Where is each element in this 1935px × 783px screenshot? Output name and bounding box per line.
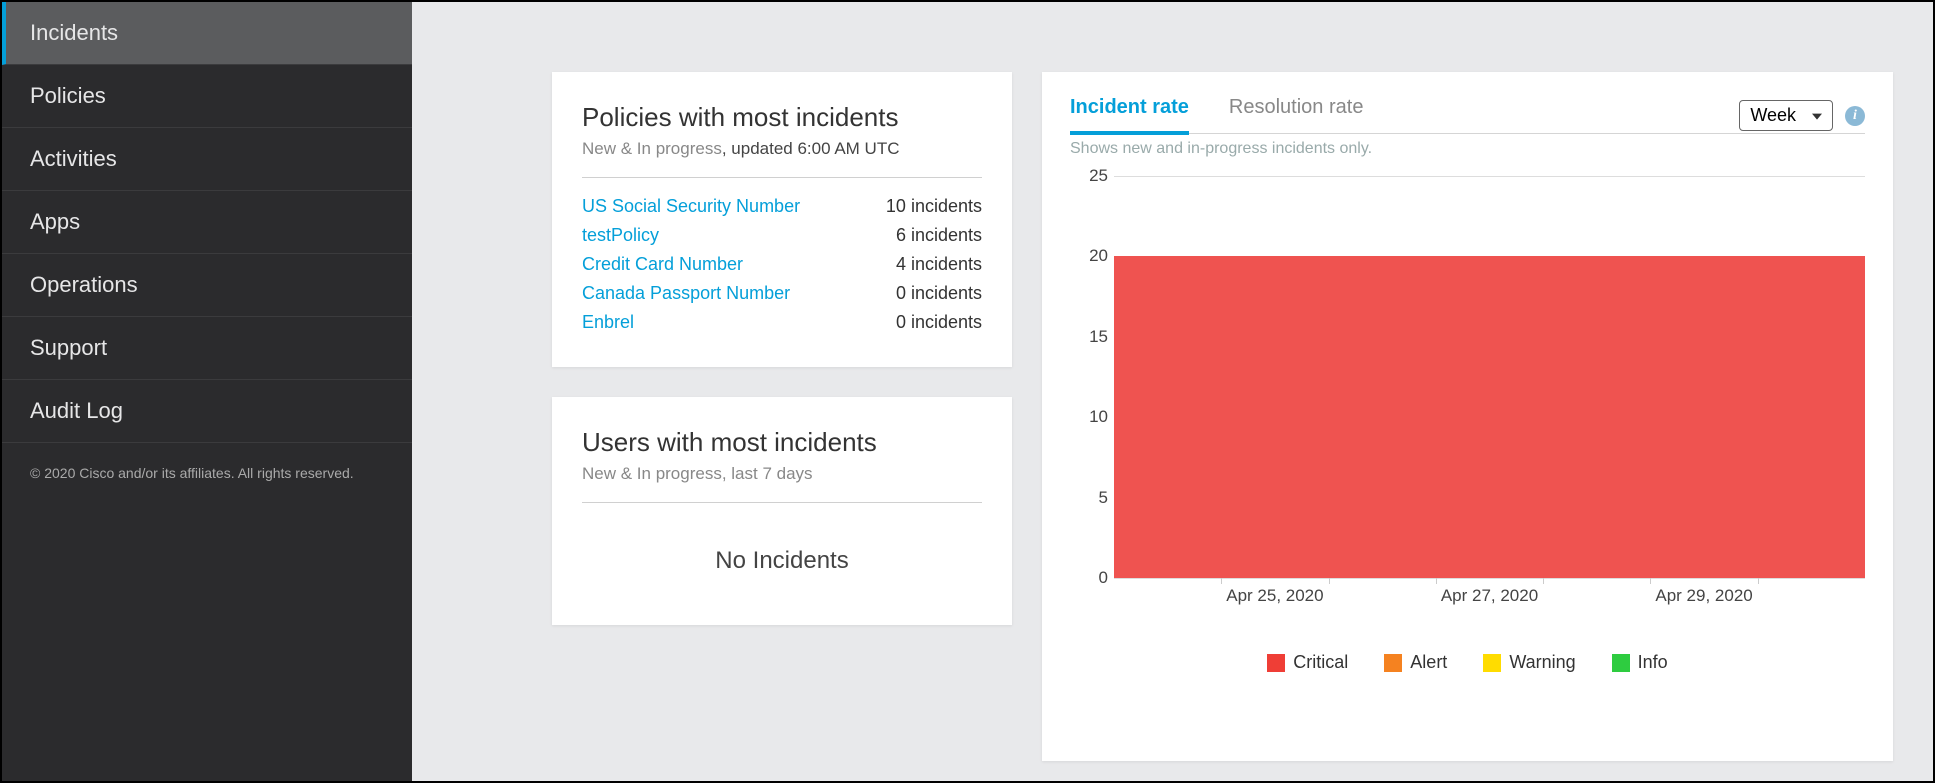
legend-item-critical: Critical <box>1267 652 1348 673</box>
sidebar-item-audit-log[interactable]: Audit Log <box>2 380 412 443</box>
x-tick <box>1650 578 1651 584</box>
y-tick-label: 20 <box>1074 246 1108 266</box>
x-tick <box>1221 578 1222 584</box>
users-title: Users with most incidents <box>582 427 982 458</box>
legend-label: Critical <box>1293 652 1348 673</box>
policies-sub-suffix: , updated 6:00 AM UTC <box>722 139 900 158</box>
legend-item-alert: Alert <box>1384 652 1447 673</box>
y-tick-label: 25 <box>1074 166 1108 186</box>
y-tick-label: 15 <box>1074 327 1108 347</box>
sidebar-item-operations[interactable]: Operations <box>2 254 412 317</box>
bar <box>1650 256 1757 578</box>
x-tick <box>1436 578 1437 584</box>
bar <box>1543 256 1650 578</box>
policy-count: 0 incidents <box>896 283 982 304</box>
policy-link[interactable]: Credit Card Number <box>582 254 743 275</box>
legend-swatch <box>1384 654 1402 672</box>
legend: Critical Alert Warning Info <box>1070 652 1865 673</box>
policy-link[interactable]: US Social Security Number <box>582 196 800 217</box>
policy-row: Enbrel 0 incidents <box>582 308 982 337</box>
period-value: Week <box>1750 105 1796 125</box>
sidebar-item-apps[interactable]: Apps <box>2 191 412 254</box>
policy-link[interactable]: Canada Passport Number <box>582 283 790 304</box>
policies-card: Policies with most incidents New & In pr… <box>552 72 1012 367</box>
legend-swatch <box>1612 654 1630 672</box>
tab-incident-rate[interactable]: Incident rate <box>1070 96 1189 135</box>
grid-line <box>1114 176 1865 177</box>
legend-label: Info <box>1638 652 1668 673</box>
bar <box>1758 256 1865 578</box>
chart-note: Shows new and in-progress incidents only… <box>1070 133 1865 158</box>
sidebar-item-policies[interactable]: Policies <box>2 65 412 128</box>
x-tick-label: Apr 25, 2020 <box>1226 586 1323 606</box>
tab-resolution-rate[interactable]: Resolution rate <box>1229 96 1364 135</box>
x-tick <box>1329 578 1330 584</box>
info-icon[interactable]: i <box>1845 106 1865 126</box>
policy-count: 0 incidents <box>896 312 982 333</box>
chart-card: Incident rate Resolution rate Week i Show… <box>1042 72 1893 761</box>
users-subtitle: New & In progress, last 7 days <box>582 464 982 484</box>
content: Policies with most incidents New & In pr… <box>412 2 1933 781</box>
legend-item-info: Info <box>1612 652 1668 673</box>
sidebar: IncidentsPoliciesActivitiesAppsOperation… <box>2 2 412 781</box>
policy-link[interactable]: Enbrel <box>582 312 634 333</box>
copyright: © 2020 Cisco and/or its affiliates. All … <box>2 443 412 503</box>
policy-row: Credit Card Number 4 incidents <box>582 250 982 279</box>
legend-swatch <box>1267 654 1285 672</box>
bar <box>1114 256 1221 578</box>
bar <box>1221 256 1328 578</box>
x-tick-label: Apr 29, 2020 <box>1655 586 1752 606</box>
bar <box>1329 256 1436 578</box>
legend-label: Warning <box>1509 652 1575 673</box>
no-incidents-label: No Incidents <box>582 517 982 595</box>
y-tick-label: 0 <box>1074 568 1108 588</box>
grid-line <box>1114 578 1865 579</box>
policies-title: Policies with most incidents <box>582 102 982 133</box>
y-tick-label: 10 <box>1074 407 1108 427</box>
sidebar-item-incidents[interactable]: Incidents <box>2 2 412 65</box>
period-select[interactable]: Week <box>1739 100 1833 131</box>
bar <box>1436 256 1543 578</box>
legend-swatch <box>1483 654 1501 672</box>
policy-row: testPolicy 6 incidents <box>582 221 982 250</box>
policies-subtitle: New & In progress, updated 6:00 AM UTC <box>582 139 982 159</box>
chart-tabs: Incident rate Resolution rate <box>1070 96 1363 135</box>
policy-count: 4 incidents <box>896 254 982 275</box>
x-tick-label: Apr 27, 2020 <box>1441 586 1538 606</box>
policy-link[interactable]: testPolicy <box>582 225 659 246</box>
legend-label: Alert <box>1410 652 1447 673</box>
y-tick-label: 5 <box>1074 488 1108 508</box>
users-card: Users with most incidents New & In progr… <box>552 397 1012 625</box>
x-tick <box>1758 578 1759 584</box>
x-tick <box>1543 578 1544 584</box>
chart-area: 0 5 10 15 20 25 Apr 25, 2020 Apr 27, 2020 Apr 29… <box>1070 166 1865 606</box>
policy-row: US Social Security Number 10 incidents <box>582 192 982 221</box>
policy-count: 6 incidents <box>896 225 982 246</box>
policies-sub-prefix: New & In progress <box>582 139 722 158</box>
policy-count: 10 incidents <box>886 196 982 217</box>
policy-row: Canada Passport Number 0 incidents <box>582 279 982 308</box>
sidebar-item-activities[interactable]: Activities <box>2 128 412 191</box>
legend-item-warning: Warning <box>1483 652 1575 673</box>
sidebar-item-support[interactable]: Support <box>2 317 412 380</box>
